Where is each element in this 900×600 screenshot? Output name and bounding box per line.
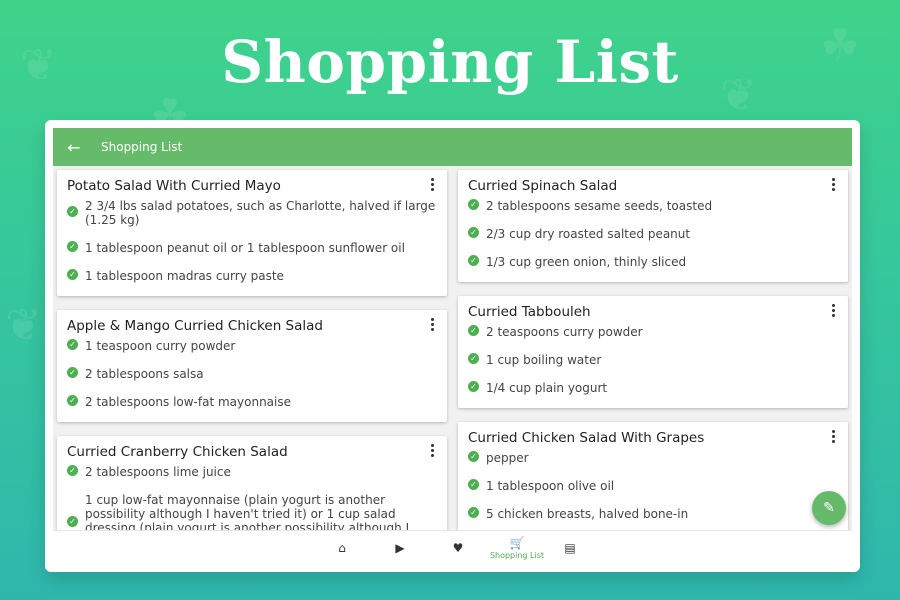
ingredient-item[interactable]: ✓ 2 tablespoons low-fat mayonnaise	[67, 395, 437, 409]
shopping-list-content: Potato Salad With Curried Mayo ✓ 2 3/4 l…	[53, 166, 852, 530]
recipe-card: Curried Tabbouleh ✓ 2 teaspoons curry po…	[458, 296, 848, 408]
more-vert-icon[interactable]	[826, 176, 840, 192]
recipe-card: Potato Salad With Curried Mayo ✓ 2 3/4 l…	[57, 170, 447, 296]
ingredient-text: 1 tablespoon olive oil	[486, 479, 615, 493]
more-vert-icon[interactable]	[425, 442, 439, 458]
recipe-title: Curried Chicken Salad With Grapes	[468, 430, 705, 446]
recipe-title: Curried Tabbouleh	[468, 304, 591, 320]
more-vert-icon[interactable]	[425, 176, 439, 192]
ingredient-item[interactable]: ✓ 1/3 cup green onion, thinly sliced	[468, 255, 838, 269]
check-circle-icon[interactable]: ✓	[67, 206, 78, 217]
ingredient-text: 2 teaspoons curry powder	[486, 325, 643, 339]
background-decoration: ❦	[5, 300, 42, 351]
ingredient-item[interactable]: ✓ 2 tablespoons sesame seeds, toasted	[468, 199, 838, 213]
hero-title: Shopping List	[221, 28, 679, 96]
nav-favorites[interactable]: ♥	[443, 531, 473, 565]
ingredient-item[interactable]: ✓ 1 cup boiling water	[468, 353, 838, 367]
check-circle-icon[interactable]: ✓	[468, 381, 479, 392]
ingredient-item[interactable]: ✓ 1 tablespoon peanut oil or 1 tablespoo…	[67, 241, 437, 255]
recipe-card: Curried Spinach Salad ✓ 2 tablespoons se…	[458, 170, 848, 282]
app-bar-title: Shopping List	[101, 140, 183, 154]
check-circle-icon[interactable]: ✓	[67, 395, 78, 406]
ingredient-text: 2/3 cup dry roasted salted peanut	[486, 227, 691, 241]
ingredient-item[interactable]: ✓ 5 chicken breasts, halved bone-in	[468, 507, 838, 521]
check-circle-icon[interactable]: ✓	[67, 367, 78, 378]
shopping-cart-icon: 🛒	[509, 536, 525, 550]
recipe-card: Curried Cranberry Chicken Salad ✓ 2 tabl…	[57, 436, 447, 530]
app-bar: ← Shopping List	[53, 128, 852, 166]
ingredient-text: 2 tablespoons low-fat mayonnaise	[85, 395, 292, 409]
recipe-card: Apple & Mango Curried Chicken Salad ✓ 1 …	[57, 310, 447, 422]
ingredient-item[interactable]: ✓ 2 teaspoons curry powder	[468, 325, 838, 339]
ingredient-item[interactable]: ✓ 1 cup low-fat mayonnaise (plain yogurt…	[67, 493, 437, 530]
ingredient-item[interactable]: ✓ 1 tablespoon olive oil	[468, 479, 838, 493]
ingredient-text: 2 tablespoons salsa	[85, 367, 204, 381]
nav-home[interactable]: ⌂	[327, 531, 357, 565]
bottom-navigation: ⌂ ▶ ♥ 🛒 Shopping List ▤	[53, 530, 852, 564]
check-circle-icon[interactable]: ✓	[67, 269, 78, 280]
ingredient-text: 1 cup boiling water	[486, 353, 602, 367]
more-vert-icon[interactable]	[826, 302, 840, 318]
more-vert-icon[interactable]	[826, 428, 840, 444]
ingredient-item[interactable]: ✓ 1 teaspoon curry powder	[67, 339, 437, 353]
check-circle-icon[interactable]: ✓	[468, 199, 479, 210]
ingredient-item[interactable]: ✓ 1 tablespoon madras curry paste	[67, 269, 437, 283]
ingredient-item[interactable]: ✓ 1/4 cup plain yogurt	[468, 381, 838, 395]
nav-videos[interactable]: ▶	[385, 531, 415, 565]
edit-fab[interactable]: ✎	[812, 491, 846, 525]
recipe-title: Potato Salad With Curried Mayo	[67, 178, 281, 194]
check-circle-icon[interactable]: ✓	[468, 255, 479, 266]
check-circle-icon[interactable]: ✓	[468, 227, 479, 238]
check-circle-icon[interactable]: ✓	[67, 515, 78, 527]
nav-shopping-list[interactable]: 🛒 Shopping List	[477, 531, 557, 565]
recipe-title: Apple & Mango Curried Chicken Salad	[67, 318, 323, 334]
ingredient-item[interactable]: ✓ 2/3 cup dry roasted salted peanut	[468, 227, 838, 241]
heart-icon: ♥	[452, 541, 464, 555]
arrow-back-icon[interactable]: ←	[53, 138, 95, 157]
check-circle-icon[interactable]: ✓	[67, 241, 78, 252]
edit-pencil-icon: ✎	[823, 500, 835, 516]
home-icon: ⌂	[338, 541, 346, 555]
recipe-card: Curried Chicken Salad With Grapes ✓ pepp…	[458, 422, 848, 530]
check-circle-icon[interactable]: ✓	[468, 451, 479, 462]
ingredient-text: 2 3/4 lbs salad potatoes, such as Charlo…	[85, 199, 436, 227]
ingredient-item[interactable]: ✓ pepper	[468, 451, 838, 465]
ingredient-text: 1 tablespoon peanut oil or 1 tablespoon …	[85, 241, 405, 255]
ingredient-text: 1 cup low-fat mayonnaise (plain yogurt i…	[85, 493, 410, 530]
check-circle-icon[interactable]: ✓	[468, 507, 479, 518]
ingredient-text: 1 teaspoon curry powder	[85, 339, 236, 353]
recipe-title: Curried Spinach Salad	[468, 178, 618, 194]
nav-label: Shopping List	[489, 551, 545, 560]
ingredient-item[interactable]: ✓ 2 tablespoons salsa	[67, 367, 437, 381]
ingredient-text: 1/4 cup plain yogurt	[486, 381, 608, 395]
ingredient-text: 2 tablespoons lime juice	[85, 465, 231, 479]
more-vert-icon[interactable]	[425, 316, 439, 332]
check-circle-icon[interactable]: ✓	[67, 465, 78, 476]
check-circle-icon[interactable]: ✓	[468, 479, 479, 490]
ingredient-text: 2 tablespoons sesame seeds, toasted	[486, 199, 713, 213]
play-circle-icon: ▶	[395, 541, 405, 555]
ingredient-text: 1 tablespoon madras curry paste	[85, 269, 284, 283]
ingredient-item[interactable]: ✓ 2 3/4 lbs salad potatoes, such as Char…	[67, 199, 437, 227]
check-circle-icon[interactable]: ✓	[468, 353, 479, 364]
check-circle-icon[interactable]: ✓	[468, 325, 479, 336]
ingredient-text: 5 chicken breasts, halved bone-in	[486, 507, 689, 521]
app-window: ← Shopping List Potato Salad With Currie…	[45, 120, 860, 572]
ingredient-text: 1/3 cup green onion, thinly sliced	[486, 255, 687, 269]
check-circle-icon[interactable]: ✓	[67, 339, 78, 350]
nav-store[interactable]: ▤	[555, 531, 585, 565]
store-icon: ▤	[564, 541, 576, 555]
recipe-title: Curried Cranberry Chicken Salad	[67, 444, 288, 460]
ingredient-text: pepper	[486, 451, 529, 465]
ingredient-item[interactable]: ✓ 2 tablespoons lime juice	[67, 465, 437, 479]
